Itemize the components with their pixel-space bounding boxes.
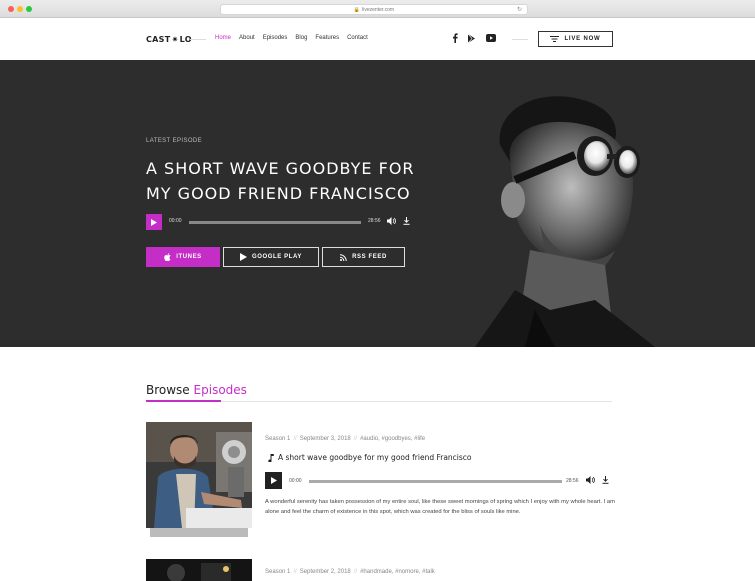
episode-title[interactable]: A short wave goodbye for my good friend … [278,453,472,462]
site-header: CAST ✷ LO Home About Episodes Blog Featu… [0,19,755,60]
meta-separator: // [293,436,297,442]
episode-meta: Season 1//September 3, 2018//#audio, #go… [265,436,425,442]
browser-chrome: 🔒 livezenter.com ↻ [0,0,755,18]
google-play-icon[interactable] [468,33,476,43]
volume-icon[interactable] [586,476,595,484]
hero-progress-bar[interactable] [189,221,361,224]
music-note-icon [268,453,274,462]
nav-item-home[interactable]: Home [215,35,231,41]
hero-subscribe-buttons: ITUNES GOOGLE PLAY RSS FEED [146,247,405,267]
nav-item-about[interactable]: About [239,35,255,41]
live-now-label: LIVE NOW [564,36,601,42]
episode-current-time: 00:00 [289,478,302,484]
episode-season[interactable]: Season 1 [265,569,290,575]
meta-separator: // [353,436,358,442]
hero-title[interactable]: A SHORT WAVE GOODBYE FOR MY GOOD FRIEND … [146,156,446,206]
episode-tags[interactable]: #handmade, #nomore, #talk [360,569,435,575]
google-play-button-label: GOOGLE PLAY [251,254,303,260]
main-nav: Home About Episodes Blog Features Contac… [215,35,368,41]
episode-audio-player: 00:00 28:56 [265,472,612,489]
maximize-window-button[interactable] [26,6,32,12]
hero-audio-player: 00:00 28:56 [146,213,414,231]
site-logo[interactable]: CAST ✷ LO [146,35,192,44]
download-icon[interactable] [602,476,609,484]
download-icon[interactable] [403,217,410,225]
address-bar[interactable]: 🔒 livezenter.com ↻ [220,4,528,15]
browse-title-prefix: Browse [146,383,190,397]
episode-tags[interactable]: #audio, #goodbyes, #life [360,436,425,442]
hero-play-button[interactable] [146,214,162,230]
episode-season[interactable]: Season 1 [265,436,290,442]
google-play-button[interactable]: GOOGLE PLAY [223,247,319,267]
reload-icon[interactable]: ↻ [517,5,522,15]
header-divider [190,39,206,40]
episode-play-button[interactable] [265,472,282,489]
itunes-button[interactable]: ITUNES [146,247,220,267]
rss-feed-button[interactable]: RSS FEED [322,247,405,267]
nav-item-features[interactable]: Features [315,35,339,41]
itunes-button-label: ITUNES [176,254,202,260]
rss-icon [340,253,347,261]
menu-icon [550,36,560,42]
volume-icon[interactable] [387,217,396,225]
episode-title-row: A short wave goodbye for my good friend … [268,453,472,462]
nav-item-contact[interactable]: Contact [347,35,368,41]
youtube-icon[interactable] [486,34,496,42]
meta-separator: // [353,569,358,575]
episode-date: September 2, 2018 [299,569,351,575]
social-links [452,33,496,43]
episode-meta: Season 1//September 2, 2018//#handmade, … [265,569,435,575]
hero-current-time: 00:00 [169,218,182,224]
rss-feed-button-label: RSS FEED [352,254,387,260]
facebook-icon[interactable] [452,33,458,43]
hero-section: LATEST EPISODE A SHORT WAVE GOODBYE FOR … [0,60,755,347]
episode-duration: 28:56 [566,478,579,484]
nav-item-blog[interactable]: Blog [295,35,307,41]
section-title-underline [146,400,221,402]
play-icon [270,477,277,484]
minimize-window-button[interactable] [17,6,23,12]
meta-separator: // [293,569,297,575]
close-window-button[interactable] [8,6,14,12]
episode-description: A wonderful serenity has taken possessio… [265,499,615,515]
host-portrait-image [455,60,755,347]
hero-kicker: LATEST EPISODE [146,138,203,144]
episode-thumbnail-shadow [150,527,248,537]
episode-date: September 3, 2018 [299,436,351,442]
apple-icon [164,253,171,261]
episode-progress-bar[interactable] [309,480,562,483]
browse-title-accent: Episodes [193,383,247,397]
episode-thumbnail[interactable] [146,559,252,581]
google-play-icon [239,253,247,261]
lock-icon: 🔒 [353,7,361,13]
nav-item-episodes[interactable]: Episodes [263,35,288,41]
episode-thumbnail[interactable] [146,422,252,528]
address-bar-url: livezenter.com [362,7,395,13]
browse-episodes-heading: Browse Episodes [146,383,247,397]
live-now-button[interactable]: LIVE NOW [538,31,613,47]
hero-duration: 28:56 [368,218,381,224]
header-divider [512,39,528,40]
play-icon [151,218,157,226]
